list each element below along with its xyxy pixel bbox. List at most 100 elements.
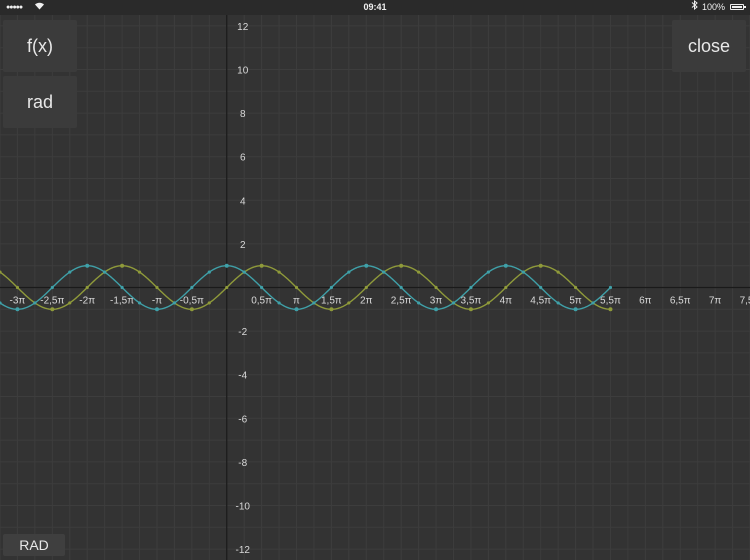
battery-icon — [730, 4, 746, 10]
series-point-sin — [68, 301, 72, 305]
close-button[interactable]: close — [672, 20, 746, 72]
function-button[interactable]: f(x) — [3, 20, 77, 72]
x-tick-label: 5,5π — [600, 296, 621, 307]
series-point-cos — [137, 301, 142, 305]
series-point-cos — [312, 301, 316, 305]
series-point-cos — [399, 285, 403, 290]
series-point-cos — [486, 270, 490, 274]
series-point-sin — [347, 301, 351, 305]
series-point-sin — [573, 285, 578, 290]
series-point-sin — [120, 263, 125, 268]
axes — [0, 15, 750, 560]
status-bar: ●●●●● 09:41 100% — [0, 0, 750, 15]
series-point-cos — [277, 301, 281, 305]
y-tick-label: 2 — [240, 240, 246, 251]
series-point-cos — [364, 263, 369, 268]
x-tick-label: -2,5π — [40, 296, 64, 307]
x-tick-label: -3π — [10, 296, 26, 307]
series-point-cos — [120, 285, 124, 290]
x-tick-label: π — [293, 296, 300, 307]
x-tick-label: 1,5π — [321, 296, 342, 307]
x-tick-label: 4π — [500, 296, 513, 307]
series-point-cos — [103, 270, 107, 274]
series-point-sin — [399, 263, 404, 268]
series-point-cos — [85, 263, 90, 268]
series-point-sin — [329, 307, 334, 312]
tick-labels: -3π -2,5π -2π -1,5π -π -0,5π 0,5π π 1,5π 2π 2,5π 3π… — [10, 22, 750, 556]
x-tick-label: 6,5π — [670, 296, 691, 307]
battery-level: 100% — [701, 2, 725, 12]
y-tick-label: -6 — [238, 414, 247, 425]
y-tick-label: 8 — [240, 109, 246, 120]
x-tick-label: 4,5π — [530, 296, 551, 307]
y-tick-label: 4 — [240, 196, 246, 207]
series-point-sin — [468, 307, 473, 312]
series-point-cos — [242, 270, 246, 274]
series-point-cos — [539, 285, 543, 290]
series-point-cos — [417, 301, 421, 305]
x-tick-label: 7π — [709, 296, 722, 307]
series-point-cos — [451, 301, 456, 305]
series-point-cos — [172, 301, 177, 305]
series-point-cos — [224, 263, 229, 268]
y-tick-label: 12 — [237, 22, 249, 33]
series-point-sin — [259, 263, 264, 268]
series-point-sin — [556, 270, 560, 274]
series-point-cos — [347, 270, 351, 274]
y-tick-label: 6 — [240, 153, 246, 164]
series-point-cos — [260, 285, 264, 290]
x-tick-label: -0,5π — [180, 296, 204, 307]
x-tick-label: 3,5π — [461, 296, 482, 307]
y-tick-label: -10 — [236, 502, 251, 513]
graph-canvas[interactable]: -3π -2,5π -2π -1,5π -π -0,5π 0,5π π 1,5π 2π 2,5π 3π… — [0, 15, 750, 560]
x-tick-label: 2,5π — [391, 296, 412, 307]
series-point-sin — [225, 285, 229, 290]
series-point-cos — [503, 263, 508, 268]
series-point-sin — [538, 263, 543, 268]
series-point-sin — [277, 270, 281, 274]
series-point-sin — [155, 285, 159, 290]
y-tick-label: -12 — [236, 545, 251, 556]
x-tick-label: -1,5π — [110, 296, 134, 307]
y-tick-label: 10 — [237, 66, 249, 77]
bluetooth-icon — [691, 0, 698, 15]
series-point-sin — [207, 301, 211, 305]
status-time: 09:41 — [363, 2, 387, 12]
x-tick-label: 3π — [430, 296, 443, 307]
x-tick-label: 0,5π — [251, 296, 272, 307]
x-tick-label: 6π — [639, 296, 652, 307]
y-tick-label: -4 — [238, 371, 247, 382]
series-point-cos — [68, 270, 72, 274]
series-point-sin — [504, 285, 508, 290]
series-point-sin — [417, 270, 421, 274]
series-point-cos — [591, 301, 595, 305]
series-point-cos — [608, 285, 613, 290]
series-point-sin — [608, 307, 613, 312]
series-point-sin — [364, 285, 368, 290]
series-point-cos — [573, 307, 578, 312]
series-point-cos — [329, 285, 333, 290]
series-point-cos — [50, 285, 54, 290]
angle-mode-indicator[interactable]: RAD — [3, 534, 65, 556]
series-point-sin — [434, 285, 438, 290]
series-point-cos — [154, 307, 159, 312]
series-point-cos — [382, 270, 386, 274]
series-point-sin — [137, 270, 142, 274]
series-point-cos — [33, 301, 37, 305]
series-point-cos — [556, 301, 560, 305]
series-point-sin — [189, 307, 194, 312]
series-point-sin — [486, 301, 490, 305]
x-tick-label: 5π — [569, 296, 582, 307]
series-point-cos — [434, 307, 439, 312]
series-point-cos — [469, 285, 473, 290]
series-point-sin — [294, 285, 299, 290]
series-point-sin — [50, 307, 55, 312]
angle-unit-button[interactable]: rad — [3, 76, 77, 128]
series-point-cos — [190, 285, 194, 290]
series-point-sin — [85, 285, 89, 290]
series-point-sin — [15, 285, 20, 290]
y-tick-label: -2 — [238, 327, 247, 338]
series-point-cos — [207, 270, 211, 274]
x-tick-label: 7,5π — [740, 296, 750, 307]
x-tick-label: -π — [152, 296, 162, 307]
